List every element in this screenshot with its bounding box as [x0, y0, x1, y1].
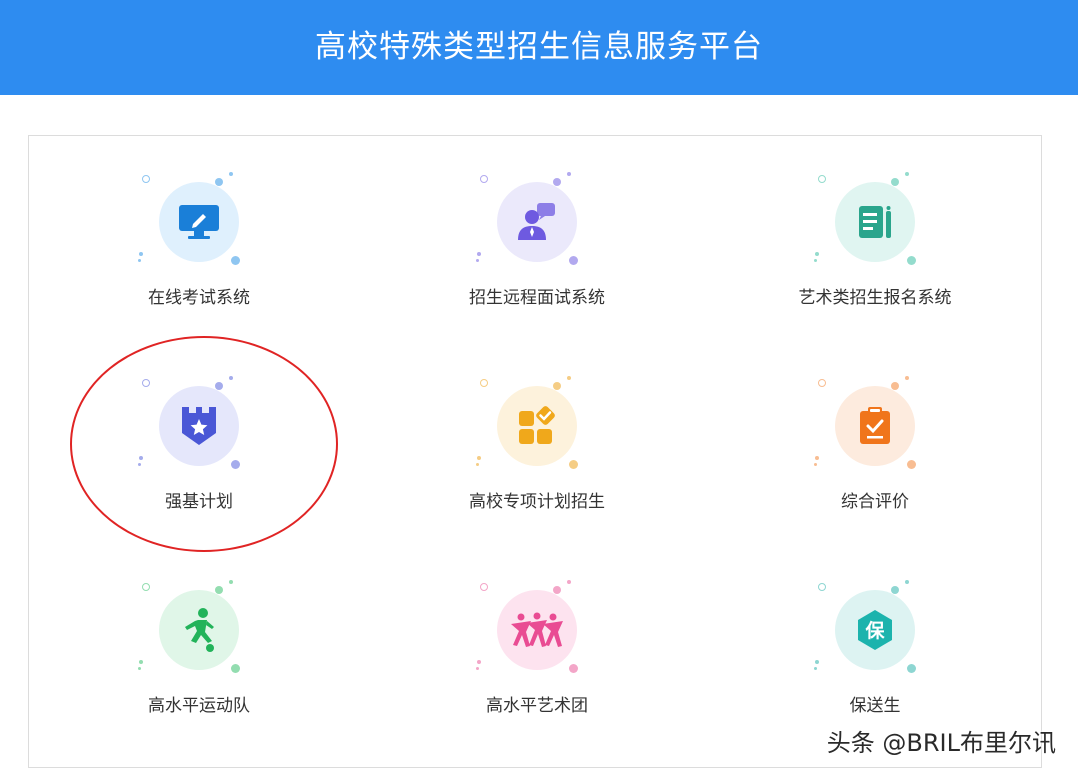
decorative-dot — [905, 376, 909, 380]
service-icon-circle — [835, 182, 915, 262]
service-online-exam[interactable]: 在线考试系统 — [89, 136, 309, 308]
decorative-dot — [475, 258, 479, 262]
decorative-dot — [477, 660, 481, 664]
decorative-dot — [137, 462, 141, 466]
decorative-dot — [215, 178, 223, 186]
decorative-dot — [477, 252, 481, 256]
decorative-dot — [905, 580, 909, 584]
decorative-dot — [813, 258, 817, 262]
service-label: 在线考试系统 — [148, 288, 250, 308]
dancers-icon — [497, 590, 577, 670]
service-label: 招生远程面试系统 — [469, 288, 605, 308]
decorative-dot — [905, 172, 909, 176]
decorative-dot — [891, 382, 899, 390]
decorative-dot — [480, 175, 488, 183]
service-icon-circle — [159, 386, 239, 466]
decorative-dot — [230, 663, 240, 673]
decorative-dot — [813, 666, 817, 670]
decorative-dot — [891, 178, 899, 186]
service-recommended-students[interactable]: 保保送生 — [765, 544, 985, 716]
decorative-dot — [906, 663, 916, 673]
decorative-dot — [815, 252, 819, 256]
decorative-dot — [139, 456, 143, 460]
grid-check-icon — [497, 386, 577, 466]
decorative-dot — [818, 379, 826, 387]
service-special-plan[interactable]: 高校专项计划招生 — [427, 340, 647, 512]
services-panel: 在线考试系统 招生远程面试系统 艺术类招生报名系统强基计划 高校专项计划招生 综合评价高… — [28, 135, 1042, 768]
decorative-dot — [215, 382, 223, 390]
decorative-dot — [229, 376, 233, 380]
decorative-dot — [229, 172, 233, 176]
svg-text:保: 保 — [864, 619, 885, 642]
service-icon-circle — [497, 590, 577, 670]
page-title: 高校特殊类型招生信息服务平台 — [315, 29, 763, 65]
decorative-dot — [813, 462, 817, 466]
decorative-dot — [567, 376, 571, 380]
decorative-dot — [480, 379, 488, 387]
service-label: 综合评价 — [841, 492, 909, 512]
service-icon-circle — [497, 386, 577, 466]
decorative-dot — [142, 175, 150, 183]
decorative-dot — [475, 666, 479, 670]
decorative-dot — [139, 660, 143, 664]
decorative-dot — [553, 382, 561, 390]
decorative-dot — [815, 456, 819, 460]
decorative-dot — [567, 172, 571, 176]
service-icon-circle — [497, 182, 577, 262]
soccer-player-icon — [159, 590, 239, 670]
service-sports-team[interactable]: 高水平运动队 — [89, 544, 309, 716]
bao-badge-icon: 保 — [835, 590, 915, 670]
service-strong-foundation[interactable]: 强基计划 — [89, 340, 309, 512]
decorative-dot — [137, 666, 141, 670]
service-art-registration[interactable]: 艺术类招生报名系统 — [765, 136, 985, 308]
decorative-dot — [230, 459, 240, 469]
interview-user-icon — [497, 182, 577, 262]
monitor-pen-icon — [159, 182, 239, 262]
decorative-dot — [142, 583, 150, 591]
clipboard-check-icon — [835, 386, 915, 466]
service-icon-circle — [159, 182, 239, 262]
service-label: 高校专项计划招生 — [469, 492, 605, 512]
decorative-dot — [553, 586, 561, 594]
decorative-dot — [137, 258, 141, 262]
decorative-dot — [815, 660, 819, 664]
decorative-dot — [567, 580, 571, 584]
decorative-dot — [230, 255, 240, 265]
decorative-dot — [142, 379, 150, 387]
header-bar: 高校特殊类型招生信息服务平台 — [0, 0, 1078, 95]
service-label: 高水平运动队 — [148, 696, 250, 716]
service-label: 保送生 — [849, 696, 901, 716]
decorative-dot — [568, 459, 578, 469]
service-icon-circle — [159, 590, 239, 670]
service-remote-interview[interactable]: 招生远程面试系统 — [427, 136, 647, 308]
decorative-dot — [818, 583, 826, 591]
service-comprehensive-evaluation[interactable]: 综合评价 — [765, 340, 985, 512]
decorative-dot — [553, 178, 561, 186]
decorative-dot — [480, 583, 488, 591]
decorative-dot — [906, 255, 916, 265]
decorative-dot — [906, 459, 916, 469]
service-label: 强基计划 — [165, 492, 233, 512]
decorative-dot — [891, 586, 899, 594]
decorative-dot — [139, 252, 143, 256]
document-list-icon — [835, 182, 915, 262]
watermark-text: 头条 @BRIL布里尔讯 — [826, 729, 1056, 757]
decorative-dot — [818, 175, 826, 183]
decorative-dot — [215, 586, 223, 594]
decorative-dot — [475, 462, 479, 466]
decorative-dot — [568, 255, 578, 265]
service-icon-circle — [835, 386, 915, 466]
service-label: 艺术类招生报名系统 — [798, 288, 952, 308]
service-icon-circle: 保 — [835, 590, 915, 670]
service-art-troupe[interactable]: 高水平艺术团 — [427, 544, 647, 716]
decorative-dot — [568, 663, 578, 673]
shield-star-icon — [159, 386, 239, 466]
decorative-dot — [477, 456, 481, 460]
service-label: 高水平艺术团 — [486, 696, 588, 716]
decorative-dot — [229, 580, 233, 584]
